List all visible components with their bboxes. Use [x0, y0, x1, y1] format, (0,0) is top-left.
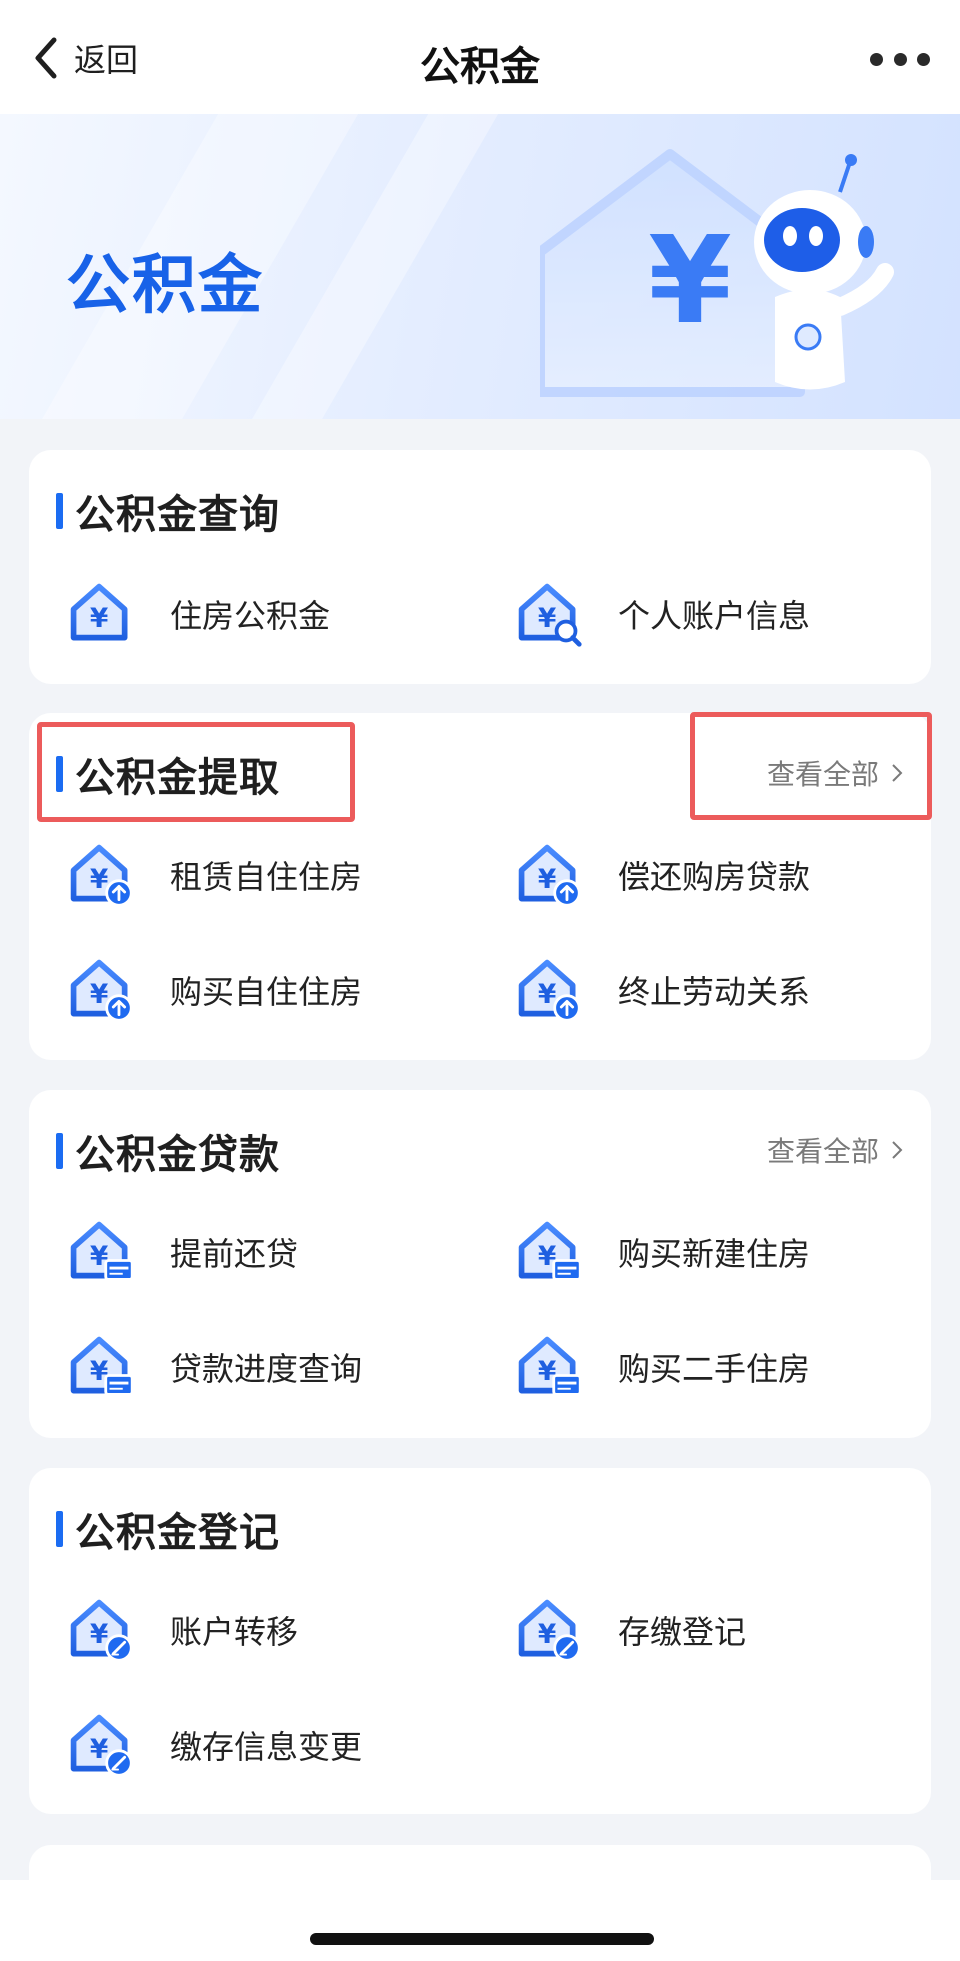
section-accent-bar	[56, 1133, 63, 1169]
home-indicator	[310, 1933, 654, 1945]
house-yuan-upload-icon	[66, 955, 133, 1022]
page-title: 公积金	[420, 44, 540, 90]
service-item-account-transfer[interactable]: 账户转移	[66, 1590, 298, 1670]
highlight-box-title	[37, 722, 355, 822]
service-item-deposit-registration[interactable]: 存缴登记	[514, 1590, 746, 1670]
service-item-account-info[interactable]: 个人账户信息	[514, 574, 810, 654]
bottom-safe-area	[0, 1880, 960, 1961]
view-all-label: 查看全部	[766, 1135, 879, 1168]
service-label: 个人账户信息	[618, 597, 811, 635]
house-yuan-upload-icon	[514, 955, 581, 1022]
house-yuan-upload-icon	[66, 840, 133, 907]
section-title: 公积金贷款	[75, 1132, 280, 1178]
house-yuan-edit-icon	[514, 1595, 581, 1662]
navigation-bar: 返回 公积金	[0, 0, 960, 114]
registration-section-card: 公积金登记 账户转移 存缴登记 缴存信息变更	[29, 1468, 931, 1814]
service-label: 缴存信息变更	[170, 1728, 363, 1766]
service-label: 住房公积金	[170, 597, 331, 635]
service-label: 贷款进度查询	[170, 1350, 363, 1388]
section-accent-bar	[56, 1511, 63, 1547]
house-yuan-icon	[66, 579, 136, 649]
highlight-box-view-all	[690, 712, 932, 820]
service-label: 购买新建住房	[618, 1235, 811, 1273]
service-item-buy-housing[interactable]: 购买自住住房	[66, 950, 362, 1030]
section-header: 公积金登记	[56, 1504, 280, 1556]
section-title: 公积金查询	[75, 492, 280, 538]
house-yuan-card-icon	[66, 1332, 134, 1396]
house-yuan-card-icon	[514, 1217, 582, 1281]
house-yuan-card-icon	[514, 1332, 582, 1396]
service-item-prepay-loan[interactable]: 提前还贷	[66, 1212, 298, 1292]
house-yuan-search-icon	[514, 579, 584, 649]
hero-banner: 公积金 ¥	[0, 114, 960, 419]
service-label: 提前还贷	[170, 1235, 299, 1273]
section-title: 公积金登记	[75, 1510, 280, 1556]
service-item-rent-housing[interactable]: 租赁自住住房	[66, 835, 362, 915]
service-item-repay-mortgage[interactable]: 偿还购房贷款	[514, 835, 810, 915]
service-item-terminate-labor[interactable]: 终止劳动关系	[514, 950, 810, 1030]
house-robot-illustration: ¥	[540, 149, 894, 397]
service-label: 购买二手住房	[618, 1350, 811, 1388]
section-header: 公积金查询	[56, 486, 280, 538]
service-label: 偿还购房贷款	[618, 858, 811, 896]
banner-title: 公积金	[66, 249, 264, 323]
service-item-loan-progress[interactable]: 贷款进度查询	[66, 1327, 362, 1407]
section-accent-bar	[56, 493, 63, 529]
service-label: 租赁自住住房	[170, 858, 363, 896]
query-section-card: 公积金查询 住房公积金 个人账户信息	[29, 450, 931, 684]
service-item-info-change[interactable]: 缴存信息变更	[66, 1705, 362, 1785]
service-label: 终止劳动关系	[618, 973, 811, 1011]
service-item-housing-fund[interactable]: 住房公积金	[66, 574, 330, 654]
loan-section-card: 公积金贷款 查看全部 提前还贷 购买新建住房 贷款进度查询 购买二手住房	[29, 1090, 931, 1438]
house-yuan-card-icon	[66, 1217, 134, 1281]
service-label: 购买自住住房	[170, 973, 363, 1011]
house-yuan-edit-icon	[66, 1595, 133, 1662]
house-yuan-upload-icon	[514, 840, 581, 907]
more-options-icon[interactable]	[870, 44, 930, 74]
view-all-link[interactable]: 查看全部	[767, 1130, 903, 1170]
service-item-buy-new-housing[interactable]: 购买新建住房	[514, 1212, 810, 1292]
service-item-buy-secondhand[interactable]: 购买二手住房	[514, 1327, 810, 1407]
service-label: 账户转移	[170, 1613, 299, 1651]
section-header: 公积金贷款	[56, 1126, 280, 1178]
house-yuan-edit-icon	[66, 1710, 133, 1777]
service-label: 存缴登记	[618, 1613, 747, 1651]
chevron-right-icon	[892, 1141, 903, 1159]
yuan-icon: ¥	[648, 212, 732, 351]
